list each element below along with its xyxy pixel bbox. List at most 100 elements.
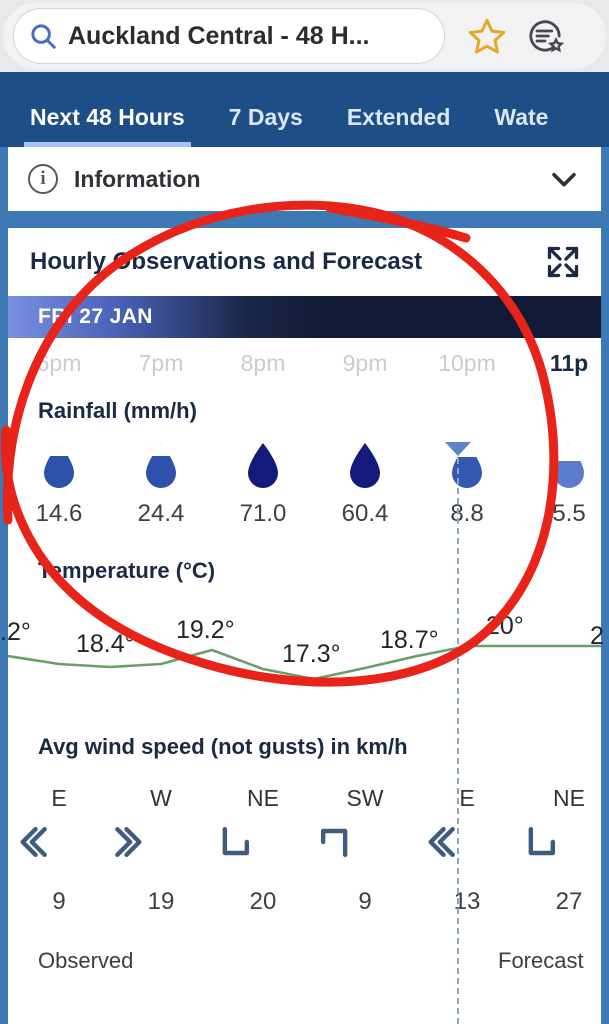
information-accordion[interactable]: i Information	[8, 147, 601, 211]
tab-next-48-hours[interactable]: Next 48 Hours	[24, 104, 191, 147]
hour-column[interactable]: 11p	[518, 340, 609, 386]
hour-label: 11p	[549, 350, 589, 376]
wind-direction-cell: NE	[518, 776, 609, 820]
rainfall-cell: 5.5	[518, 440, 609, 528]
wind-speed-cell: 9	[314, 876, 416, 928]
wind-direction-label: NE	[553, 785, 585, 811]
search-icon	[28, 21, 58, 51]
wind-speed-cell: 9	[8, 876, 110, 928]
wind-speed-cell: 20	[212, 876, 314, 928]
rainfall-value: 14.6	[35, 500, 83, 527]
wind-direction-cell: W	[110, 776, 212, 820]
raindrop-icon	[345, 440, 385, 492]
wind-arrow-cell	[8, 820, 110, 876]
wind-arrow-cell	[110, 820, 212, 876]
tab-extended[interactable]: Extended	[347, 104, 451, 147]
hour-column[interactable]: 10pm	[416, 340, 518, 386]
wind-direction-cell: NE	[212, 776, 314, 820]
corner-arrow-down-left-icon	[212, 820, 314, 864]
forecast-label: Forecast	[498, 948, 584, 973]
wind-speed-value: 27	[555, 888, 583, 915]
temperature-chart: .2° 18.4° 19.2° 17.3° 18.7° 20° 2	[0, 584, 604, 704]
rainfall-value: 71.0	[239, 500, 287, 527]
tab-list: Next 48 Hours 7 Days Extended Wate	[0, 72, 609, 147]
wind-direction-row: E W NE SW E NE	[8, 776, 601, 820]
wind-speed-cell: 27	[518, 876, 609, 928]
wind-direction-label: E	[459, 785, 475, 811]
wind-direction-label: W	[150, 785, 172, 811]
double-chevron-left-icon	[416, 820, 518, 864]
now-marker-line	[457, 448, 459, 1024]
temperature-value: .2°	[0, 618, 31, 646]
rainfall-value: 5.5	[552, 500, 586, 527]
information-header: i Information	[28, 164, 547, 194]
temperature-section-label: Temperature (°C)	[38, 558, 216, 583]
page-title: Hourly Observations and Forecast	[30, 248, 423, 275]
rainfall-cell: 14.6	[8, 440, 110, 528]
info-circle-icon: i	[28, 164, 58, 194]
temperature-value: 18.7°	[380, 626, 439, 654]
rainfall-value: 8.8	[450, 500, 484, 527]
app-viewport: Auckland Central - 48 H... Next 48 Hours…	[0, 0, 609, 1024]
expand-fullscreen-icon[interactable]	[545, 244, 581, 280]
star-icon[interactable]	[467, 16, 507, 56]
wind-arrow-cell	[518, 820, 609, 876]
hour-column[interactable]: 7pm	[110, 340, 212, 386]
wind-speed-value: 9	[52, 888, 66, 915]
url-text: Auckland Central - 48 H...	[68, 21, 370, 50]
raindrop-icon	[141, 440, 181, 492]
temperature-labels: .2° 18.4° 19.2° 17.3° 18.7° 20° 2	[0, 584, 604, 704]
hour-column[interactable]: 9pm	[314, 340, 416, 386]
wind-direction-cell: E	[416, 776, 518, 820]
address-bar[interactable]: Auckland Central - 48 H...	[13, 8, 445, 64]
raindrop-icon	[39, 440, 79, 492]
temperature-value: 18.4°	[76, 630, 135, 658]
tab-water[interactable]: Wate	[494, 104, 548, 147]
wind-speed-cell: 19	[110, 876, 212, 928]
rainfall-section-label: Rainfall (mm/h)	[38, 398, 197, 423]
rainfall-cell: 24.4	[110, 440, 212, 528]
date-label: FRI 27 JAN	[38, 305, 153, 328]
hour-label: 9pm	[342, 350, 388, 376]
hour-column[interactable]: 8pm	[212, 340, 314, 386]
hour-label: 7pm	[138, 350, 184, 376]
wind-direction-cell: E	[8, 776, 110, 820]
url-bar-container: Auckland Central - 48 H...	[3, 3, 606, 69]
raindrop-icon	[243, 440, 283, 492]
rainfall-value: 60.4	[341, 500, 389, 527]
primary-nav: Next 48 Hours 7 Days Extended Wate	[0, 72, 609, 147]
wind-speed-value: 19	[147, 888, 175, 915]
reading-list-icon[interactable]	[525, 16, 565, 56]
chevron-down-icon[interactable]	[547, 162, 581, 196]
temperature-value: 2	[590, 622, 604, 650]
wind-speed-value: 9	[358, 888, 372, 915]
browser-toolbar: Auckland Central - 48 H...	[0, 0, 609, 72]
rainfall-cell: 71.0	[212, 440, 314, 528]
hourly-grid: 6pm 7pm 8pm 9pm 10pm 11p Rainfall (mm/h)	[0, 338, 604, 1024]
wind-speed-cell: 13	[416, 876, 518, 928]
hourly-forecast-card: Hourly Observations and Forecast FRI 27 …	[0, 228, 604, 1024]
rainfall-value: 24.4	[137, 500, 185, 527]
wind-speed-value: 20	[249, 888, 277, 915]
temperature-value: 17.3°	[282, 640, 341, 668]
wind-direction-label: E	[51, 785, 67, 811]
raindrop-icon	[549, 440, 589, 492]
hour-column[interactable]: 6pm	[8, 340, 110, 386]
legend-row: Observed Forecast	[8, 928, 601, 980]
wind-direction-label: SW	[346, 785, 384, 811]
observed-label: Observed	[38, 948, 134, 973]
information-label: Information	[74, 165, 201, 192]
wind-arrow-cell	[314, 820, 416, 876]
hour-label: 6pm	[36, 350, 82, 376]
corner-arrow-up-right-icon	[314, 820, 416, 864]
chart-header: Hourly Observations and Forecast	[8, 228, 601, 296]
date-banner: FRI 27 JAN	[8, 296, 601, 338]
tab-7-days[interactable]: 7 Days	[229, 104, 303, 147]
hour-axis: 6pm 7pm 8pm 9pm 10pm 11p	[8, 338, 601, 384]
browser-actions	[467, 16, 565, 56]
rainfall-row: 14.6 24.4 71.0 60.4 8.8 5.5	[8, 424, 601, 544]
wind-speed-row: 9 19 20 9 13 27	[8, 876, 601, 928]
wind-direction-cell: SW	[314, 776, 416, 820]
now-marker-triangle	[445, 442, 471, 456]
double-chevron-right-icon	[110, 820, 212, 864]
